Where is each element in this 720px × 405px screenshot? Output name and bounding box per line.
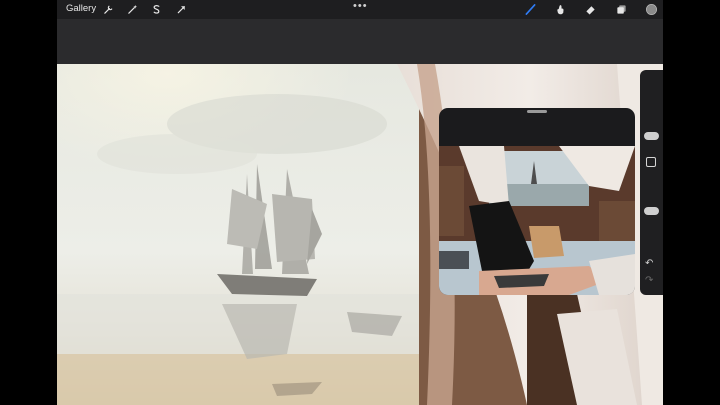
layers-icon[interactable] [614, 2, 629, 17]
magic-wand-icon[interactable] [125, 2, 140, 17]
top-toolbar: Gallery ••• [57, 0, 663, 19]
brush-icon[interactable] [523, 2, 538, 17]
redo-icon[interactable]: ↷ [645, 275, 653, 286]
side-toolbar: ↶ ↷ [640, 70, 663, 295]
reference-image [439, 146, 635, 295]
more-options-handle[interactable]: ••• [353, 0, 368, 12]
modify-button[interactable] [646, 157, 656, 167]
wrench-icon[interactable] [101, 2, 116, 17]
reference-window[interactable] [439, 108, 635, 295]
color-swatch[interactable] [644, 2, 659, 17]
procreate-app: Gallery ••• ↶ ↷ [57, 0, 663, 405]
undo-icon[interactable]: ↶ [645, 258, 653, 269]
eraser-icon[interactable] [583, 2, 598, 17]
device-frame: Gallery ••• ↶ ↷ [0, 0, 720, 405]
gallery-button[interactable]: Gallery [66, 3, 96, 14]
opacity-slider[interactable] [644, 176, 659, 248]
opacity-thumb[interactable] [644, 207, 659, 215]
selection-icon[interactable] [149, 2, 164, 17]
transform-arrow-icon[interactable] [174, 2, 189, 17]
brush-size-slider[interactable] [644, 84, 659, 156]
smudge-icon[interactable] [553, 2, 568, 17]
brush-size-thumb[interactable] [644, 132, 659, 140]
reference-window-handle[interactable] [527, 110, 547, 113]
